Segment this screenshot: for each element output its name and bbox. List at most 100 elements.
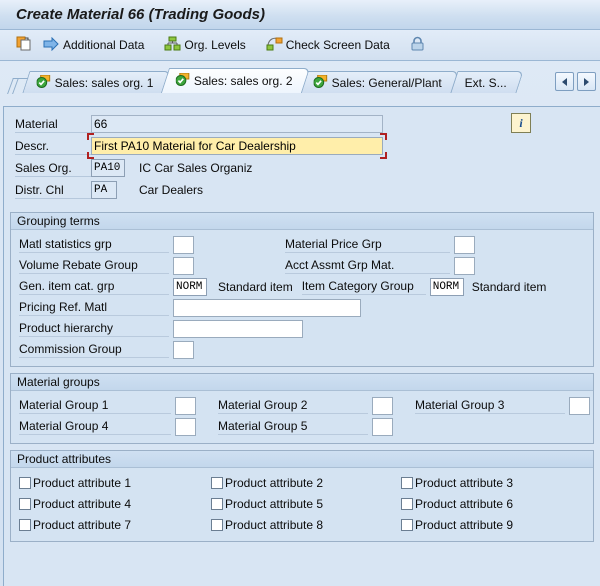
grouping-terms-title: Grouping terms	[11, 213, 593, 230]
tab-label: Sales: sales org. 2	[193, 74, 293, 88]
tab-label: Sales: sales org. 1	[54, 75, 154, 90]
tab-sales-general-plant[interactable]: Sales: General/Plant	[299, 71, 460, 93]
item-category-group-input[interactable]	[429, 277, 464, 296]
material-groups-title: Material groups	[11, 374, 593, 391]
product-attribute-9-checkbox[interactable]: Product attribute 9	[401, 514, 513, 535]
matl-statistics-grp-input[interactable]	[173, 235, 194, 254]
commission-group-row: Commission Group	[11, 339, 593, 360]
checkbox-icon	[211, 476, 223, 489]
check-screen-data-button[interactable]: Check Screen Data	[261, 33, 395, 57]
tab-label: Ext. S...	[464, 75, 507, 90]
sales-org-input[interactable]	[91, 159, 125, 177]
acct-assmt-grp-mat-input[interactable]	[454, 256, 475, 275]
org-levels-icon	[164, 36, 181, 54]
window-titlebar: Create Material 66 (Trading Goods)	[0, 0, 600, 30]
product-attribute-7-checkbox[interactable]: Product attribute 7	[19, 514, 211, 535]
distr-chl-row: Distr. Chl Car Dealers	[4, 180, 600, 200]
descr-input[interactable]	[91, 137, 383, 155]
material-price-grp-label: Material Price Grp	[285, 236, 450, 253]
product-attribute-3-checkbox[interactable]: Product attribute 3	[401, 472, 513, 493]
item-category-group-label: Item Category Group	[301, 278, 426, 295]
chevron-right-icon	[584, 77, 589, 86]
product-attribute-8-checkbox[interactable]: Product attribute 8	[211, 514, 401, 535]
pricing-ref-matl-input[interactable]	[173, 298, 361, 317]
distr-chl-description: Car Dealers	[139, 183, 204, 197]
matl-statistics-grp-label: Matl statistics grp	[19, 236, 169, 253]
volume-rebate-group-label: Volume Rebate Group	[19, 257, 169, 274]
product-attributes-title: Product attributes	[11, 451, 593, 468]
product-attribute-6-checkbox[interactable]: Product attribute 6	[401, 493, 513, 514]
copy-document-button[interactable]	[11, 33, 38, 57]
material-price-grp-input[interactable]	[454, 235, 475, 254]
product-attribute-1-checkbox[interactable]: Product attribute 1	[19, 472, 211, 493]
volume-rebate-group-input[interactable]	[173, 256, 194, 275]
material-group-2-input[interactable]	[372, 396, 393, 415]
product-attribute-2-checkbox[interactable]: Product attribute 2	[211, 472, 401, 493]
product-attribute-3-label: Product attribute 3	[415, 475, 514, 490]
copy-document-icon	[16, 35, 33, 55]
material-group-4-input[interactable]	[175, 417, 196, 436]
checkbox-icon	[211, 497, 223, 510]
tabs-row: Sales: sales org. 1 Sales: sales org. 2	[7, 66, 600, 94]
tab-label: Sales: General/Plant	[332, 75, 443, 90]
material-group-3-input[interactable]	[569, 396, 590, 415]
product-attribute-4-checkbox[interactable]: Product attribute 4	[19, 493, 211, 514]
info-button[interactable]: i	[511, 113, 531, 133]
product-attribute-5-checkbox[interactable]: Product attribute 5	[211, 493, 401, 514]
tab-sales-sales-org-1[interactable]: Sales: sales org. 1	[22, 71, 171, 93]
lock-icon	[410, 36, 425, 55]
pricing-ref-matl-row: Pricing Ref. Matl	[11, 297, 593, 318]
pricing-ref-matl-label: Pricing Ref. Matl	[19, 299, 169, 316]
tab-sales-sales-org-2[interactable]: Sales: sales org. 2	[160, 68, 310, 93]
tab-scroll-left-button[interactable]	[555, 72, 574, 91]
tab-ext-s[interactable]: Ext. S...	[449, 71, 524, 93]
commission-group-input[interactable]	[173, 340, 194, 359]
lock-button[interactable]	[405, 33, 430, 57]
material-group-1-label: Material Group 1	[19, 397, 171, 414]
product-hierarchy-label: Product hierarchy	[19, 320, 169, 337]
info-icon: i	[519, 116, 523, 130]
material-group-4-label: Material Group 4	[19, 418, 171, 435]
grouping-terms-group: Grouping terms Matl statistics grp Mater…	[10, 212, 594, 367]
tab-status-icon	[36, 74, 51, 91]
acct-assmt-grp-mat-label: Acct Assmt Grp Mat.	[285, 257, 450, 274]
product-hierarchy-row: Product hierarchy	[11, 318, 593, 339]
check-screen-data-label: Check Screen Data	[285, 38, 390, 52]
check-screen-icon	[266, 36, 283, 54]
tab-status-icon	[313, 74, 328, 91]
material-groups-body: Material Group 1 Material Group 2 Materi…	[11, 391, 593, 443]
checkbox-icon	[19, 497, 31, 510]
org-levels-button[interactable]: Org. Levels	[159, 33, 250, 57]
tab-status-icon	[175, 72, 190, 89]
product-attributes-body: Product attribute 1 Product attribute 2 …	[11, 468, 593, 541]
additional-data-button[interactable]: Additional Data	[38, 33, 149, 57]
checkbox-icon	[19, 476, 31, 489]
material-header-fields: Material Descr. Sales Org. IC Car Sales …	[4, 107, 600, 206]
sales-org-row: Sales Org. IC Car Sales Organiz	[4, 158, 600, 178]
item-category-group-text: Standard item	[471, 279, 547, 294]
tab-scroll-controls	[555, 72, 596, 91]
grouping-terms-body: Matl statistics grp Material Price Grp V…	[11, 230, 593, 366]
product-attribute-4-label: Product attribute 4	[33, 496, 132, 511]
product-hierarchy-input[interactable]	[173, 319, 303, 338]
product-attribute-9-label: Product attribute 9	[415, 517, 514, 532]
checkbox-icon	[401, 476, 413, 489]
gen-item-cat-grp-input[interactable]	[173, 277, 207, 296]
material-group-5-input[interactable]	[372, 417, 393, 436]
material-groups-row-1: Material Group 1 Material Group 2 Materi…	[11, 395, 593, 416]
product-attribute-7-label: Product attribute 7	[33, 517, 132, 532]
tab-scroll-right-button[interactable]	[577, 72, 596, 91]
arrow-right-icon	[43, 36, 60, 54]
material-groups-group: Material groups Material Group 1 Materia…	[10, 373, 594, 444]
checkbox-icon	[211, 518, 223, 531]
matl-statistics-grp-row: Matl statistics grp Material Price Grp	[11, 234, 593, 255]
page-title: Create Material 66 (Trading Goods)	[16, 6, 265, 23]
product-attributes-row-2: Product attribute 4 Product attribute 5 …	[11, 493, 593, 514]
descr-row: Descr.	[4, 133, 600, 159]
material-group-1-input[interactable]	[175, 396, 196, 415]
sales-org-label: Sales Org.	[15, 160, 91, 177]
material-input[interactable]	[91, 115, 383, 133]
distr-chl-input[interactable]	[91, 181, 117, 199]
product-attributes-row-3: Product attribute 7 Product attribute 8 …	[11, 514, 593, 535]
checkbox-icon	[19, 518, 31, 531]
